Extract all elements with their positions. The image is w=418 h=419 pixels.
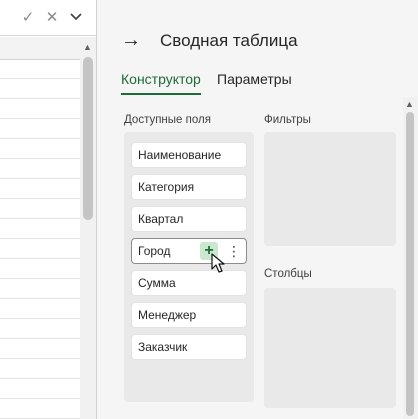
grid-row[interactable] [0,279,80,299]
pivot-table-pane: → Сводная таблица Конструктор Параметры … [96,0,418,419]
grid-row[interactable] [0,219,80,239]
columns-drop-zone[interactable] [264,288,396,408]
spreadsheet-area: ✓ ✕ ▲ [0,0,96,419]
scrollbar-thumb[interactable] [83,57,93,220]
scroll-up-icon[interactable]: ▲ [83,42,92,52]
grid-row[interactable] [0,399,80,419]
grid-row[interactable] [0,119,80,139]
formula-bar: ✓ ✕ [0,0,96,36]
columns-label: Столбцы [264,268,312,280]
field-item-name[interactable]: Наименование [131,142,247,168]
grid-row[interactable] [0,99,80,119]
scroll-up-icon[interactable]: ▲ [405,99,414,109]
grid-row[interactable] [0,179,80,199]
grid-row[interactable] [0,259,80,279]
available-fields-label: Доступные поля [124,114,211,126]
field-item-city[interactable]: Город + ⋮ [131,238,247,264]
close-icon[interactable]: ✕ [44,8,60,26]
grid-row[interactable] [0,199,80,219]
available-fields-list [124,132,254,402]
grid-row[interactable] [0,139,80,159]
sheet-scrollbar[interactable]: ▲ [80,37,96,419]
column-header [0,37,80,60]
field-label: Заказчик [138,340,188,354]
field-item-customer[interactable]: Заказчик [131,334,247,360]
tab-parameters[interactable]: Параметры [217,71,292,87]
field-label: Квартал [138,212,184,226]
check-icon[interactable]: ✓ [20,8,36,26]
field-item-category[interactable]: Категория [131,174,247,200]
grid-row[interactable] [0,79,80,99]
grid-row[interactable] [0,359,80,379]
chevron-down-icon[interactable] [68,8,84,26]
field-label: Категория [138,180,195,194]
field-label: Сумма [138,276,176,290]
field-label: Менеджер [138,308,197,322]
field-item-quarter[interactable]: Квартал [131,206,247,232]
mouse-pointer-icon [211,253,225,273]
pane-title: Сводная таблица [160,31,298,50]
field-label: Наименование [138,148,222,162]
grid-row[interactable] [0,239,80,259]
filters-label: Фильтры [264,114,311,126]
grid-row[interactable] [0,59,80,79]
grid-row[interactable] [0,319,80,339]
more-vertical-icon[interactable]: ⋮ [227,239,241,263]
active-tab-indicator [121,93,201,95]
arrow-right-icon[interactable]: → [121,30,141,50]
grid-row[interactable] [0,339,80,359]
scrollbar-thumb[interactable] [406,112,414,416]
grid-rows[interactable] [0,59,80,419]
field-item-sum[interactable]: Сумма [131,270,247,296]
grid-row[interactable] [0,379,80,399]
filters-drop-zone[interactable] [264,132,396,246]
field-label: Город [138,244,171,258]
grid-row[interactable] [0,159,80,179]
tab-constructor[interactable]: Конструктор [121,71,201,87]
pane-scrollbar[interactable]: ▲ [403,97,417,419]
field-item-manager[interactable]: Менеджер [131,302,247,328]
grid-row[interactable] [0,299,80,319]
